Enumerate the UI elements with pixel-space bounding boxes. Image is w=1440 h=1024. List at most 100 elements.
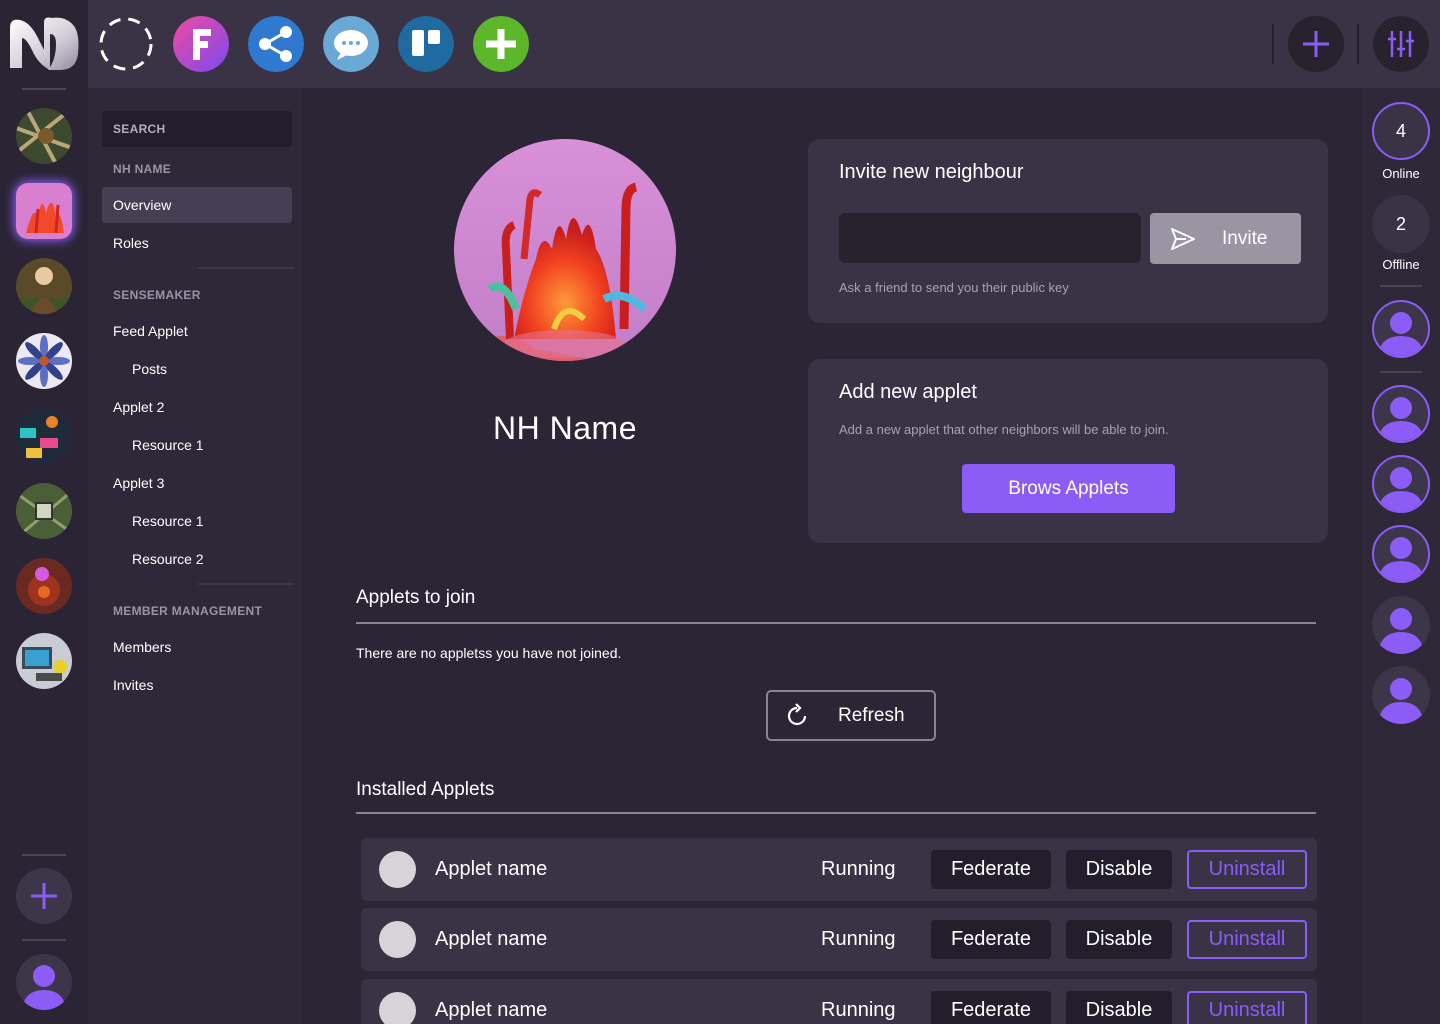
invite-button[interactable]: Invite [1150,213,1301,264]
nh-logo-icon[interactable] [8,14,80,72]
board-app-icon[interactable] [398,16,454,72]
add-applet-note: Add a new applet that other neighbors wi… [839,422,1169,437]
member-avatar[interactable] [1372,385,1430,443]
member-management-section-title: MEMBER MANAGEMENT [113,604,263,618]
applet-icon [379,921,416,958]
topbar-divider [1272,24,1274,64]
invite-card-title: Invite new neighbour [839,161,1024,183]
chat-app-icon[interactable] [323,16,379,72]
member-avatar-offline[interactable] [1372,596,1430,654]
nav-roles[interactable]: Roles [102,225,292,261]
share-app-icon[interactable] [248,16,304,72]
nav-feed-applet[interactable]: Feed Applet [102,313,292,349]
section-divider [356,622,1316,624]
neighbourhood-icon-4[interactable] [16,333,72,389]
refresh-button[interactable]: Refresh [766,690,936,741]
nav-invites[interactable]: Invites [102,667,292,703]
user-icon [1378,678,1424,724]
search-input[interactable]: SEARCH [102,111,292,147]
offline-count: 2 [1372,195,1430,253]
user-icon [1378,467,1424,511]
invite-note: Ask a friend to send you their public ke… [839,280,1069,295]
nav-applet-3-resource-2[interactable]: Resource 2 [102,541,292,577]
install-applet-button[interactable] [1288,16,1344,72]
rail-divider [22,88,66,90]
user-icon [1378,397,1424,441]
nav-members[interactable]: Members [102,629,292,665]
online-count: 4 [1372,102,1430,160]
sidebar-divider [198,583,294,585]
neighbourhood-icon-1[interactable] [16,108,72,164]
user-icon [1378,608,1424,654]
topbar-divider [1357,24,1359,64]
neighbourhood-icon-3[interactable] [16,258,72,314]
disable-button[interactable]: Disable [1066,850,1172,889]
rail-divider [1380,285,1422,287]
member-avatar-offline[interactable] [1372,666,1430,724]
applet-status: Running [821,928,896,950]
invite-button-label: Invite [1222,227,1268,249]
nav-applet-3[interactable]: Applet 3 [102,465,292,501]
disable-button[interactable]: Disable [1066,991,1172,1024]
nav-overview[interactable]: Overview [102,187,292,223]
sidebar-divider [198,267,294,269]
browse-applets-button[interactable]: Brows Applets [962,464,1175,513]
user-icon [22,965,66,1010]
plus-icon [31,883,57,909]
user-icon [1378,537,1424,581]
settings-button[interactable] [1373,16,1429,72]
add-neighbourhood-button[interactable] [16,868,72,924]
neighbourhood-icon-6[interactable] [16,483,72,539]
applet-name: Applet name [435,928,548,950]
add-applet-title: Add new applet [839,381,977,403]
rail-divider [1380,371,1422,373]
disable-button[interactable]: Disable [1066,920,1172,959]
federate-button[interactable]: Federate [931,850,1051,889]
neighbourhood-sidebar: SEARCH NH NAME Overview Roles SENSEMAKER… [88,88,302,1024]
plus-icon [1303,31,1329,57]
installed-applets-heading: Installed Applets [356,779,495,800]
f-app-icon[interactable] [173,16,229,72]
public-key-input[interactable] [839,213,1141,263]
applet-status: Running [821,999,896,1021]
sliders-icon [1388,31,1414,57]
uninstall-button[interactable]: Uninstall [1187,850,1307,889]
placeholder-dashed-circle-icon[interactable] [98,16,154,72]
neighbourhood-avatar [454,139,676,361]
applet-row: Applet name Running Federate Disable Uni… [361,838,1317,901]
nav-applet-2[interactable]: Applet 2 [102,389,292,425]
applet-icon [379,992,416,1024]
rail-divider [22,939,66,941]
uninstall-button[interactable]: Uninstall [1187,920,1307,959]
neighbourhood-icon-8[interactable] [16,633,72,689]
member-avatar[interactable] [1372,300,1430,358]
refresh-label: Refresh [838,704,905,726]
add-app-icon[interactable] [473,16,529,72]
member-avatar[interactable] [1372,525,1430,583]
neighbourhood-icon-7[interactable] [16,558,72,614]
nav-applet-2-resource-1[interactable]: Resource 1 [102,427,292,463]
applet-row: Applet name Running Federate Disable Uni… [361,979,1317,1024]
neighbourhood-icon-5[interactable] [16,408,72,464]
rail-divider [22,854,66,856]
refresh-icon [787,702,807,725]
applet-icon [379,851,416,888]
neighbourhood-name: NH Name [493,410,637,446]
applet-row: Applet name Running Federate Disable Uni… [361,908,1317,971]
federate-button[interactable]: Federate [931,920,1051,959]
applet-name: Applet name [435,999,548,1021]
section-divider [356,812,1316,814]
uninstall-button[interactable]: Uninstall [1187,991,1307,1024]
nh-name-section-title: NH NAME [113,162,172,176]
invite-card: Invite new neighbour Invite Ask a friend… [808,139,1328,323]
nav-posts[interactable]: Posts [102,351,292,387]
neighbourhood-icon-2[interactable] [16,183,72,239]
federate-button[interactable]: Federate [931,991,1051,1024]
member-avatar[interactable] [1372,455,1430,513]
nav-applet-3-resource-1[interactable]: Resource 1 [102,503,292,539]
offline-label: Offline [1382,257,1420,272]
applets-to-join-heading: Applets to join [356,587,476,608]
applet-status: Running [821,858,896,880]
my-profile-avatar[interactable] [16,954,72,1010]
no-applets-message: There are no appletss you have not joine… [356,645,622,661]
